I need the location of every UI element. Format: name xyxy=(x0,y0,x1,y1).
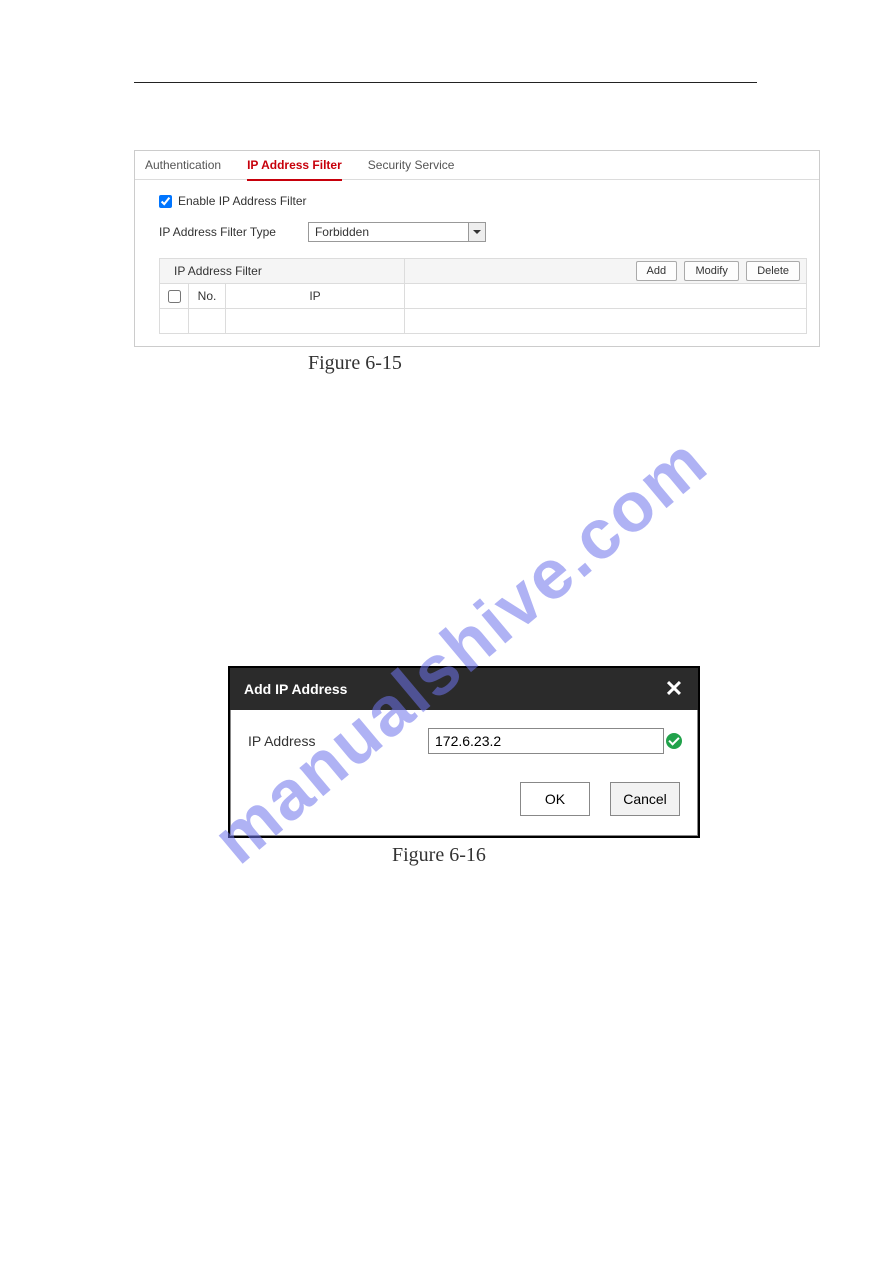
horizontal-rule xyxy=(134,82,757,83)
add-ip-dialog: Add IP Address ✕ IP Address OK Cancel xyxy=(228,666,700,838)
ip-filter-table: IP Address Filter Add Modify Delete No. … xyxy=(159,258,807,334)
tab-ip-address-filter[interactable]: IP Address Filter xyxy=(247,151,342,181)
watermark: manualshive.com xyxy=(31,227,889,1074)
figure-616-caption: Figure 6-16 xyxy=(392,844,486,867)
enable-ip-filter-label: Enable IP Address Filter xyxy=(178,194,307,208)
modify-button[interactable]: Modify xyxy=(684,261,738,281)
delete-button[interactable]: Delete xyxy=(746,261,800,281)
add-button[interactable]: Add xyxy=(636,261,678,281)
valid-check-icon xyxy=(666,733,682,749)
dialog-title-bar: Add IP Address ✕ xyxy=(230,668,698,710)
filter-type-label: IP Address Filter Type xyxy=(159,225,276,239)
column-header-check xyxy=(160,284,189,309)
filter-type-value: Forbidden xyxy=(315,225,369,239)
ip-address-input[interactable] xyxy=(428,728,664,754)
enable-ip-filter-checkbox[interactable] xyxy=(159,195,172,208)
figure-615-caption: Figure 6-15 xyxy=(308,352,402,375)
table-row xyxy=(160,309,807,334)
tab-security-service[interactable]: Security Service xyxy=(368,151,455,179)
cancel-button[interactable]: Cancel xyxy=(610,782,680,816)
select-all-checkbox[interactable] xyxy=(168,290,181,303)
dialog-title: Add IP Address xyxy=(244,681,347,697)
chevron-down-icon xyxy=(468,223,485,241)
ip-address-label: IP Address xyxy=(248,733,428,749)
column-header-empty xyxy=(405,284,807,309)
ok-button[interactable]: OK xyxy=(520,782,590,816)
tab-bar: Authentication IP Address Filter Securit… xyxy=(135,151,819,180)
close-icon[interactable]: ✕ xyxy=(660,668,688,710)
filter-type-select[interactable]: Forbidden xyxy=(308,222,486,242)
tab-authentication[interactable]: Authentication xyxy=(145,151,221,179)
ip-filter-panel: Authentication IP Address Filter Securit… xyxy=(134,150,820,347)
table-title: IP Address Filter xyxy=(160,259,405,284)
column-header-no: No. xyxy=(189,284,226,309)
column-header-ip: IP xyxy=(226,284,405,309)
